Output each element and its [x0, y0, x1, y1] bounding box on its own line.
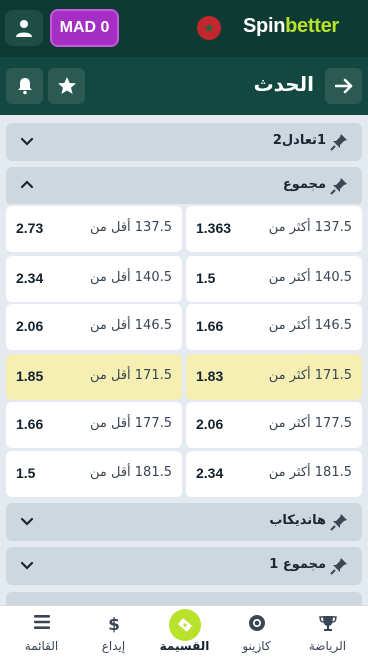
odd-value: 1.66 [196, 318, 224, 334]
market-label: 171.5 أكثر من [268, 368, 352, 383]
odd-value: 1.5 [196, 270, 216, 286]
nav-label: الرياضة [308, 639, 347, 653]
chevron-down-icon [20, 517, 34, 526]
odds-cell-over[interactable]: 2.34 181.5 أكثر من [186, 451, 362, 497]
group-title: هانديكاب [269, 513, 326, 528]
nav-label: القائمة [24, 639, 59, 653]
market-label: 137.5 أكثر من [268, 220, 352, 235]
trophy-icon [318, 616, 337, 631]
market-label: 140.5 أقل من [89, 270, 172, 285]
star-icon [57, 77, 76, 94]
group-header-partial[interactable] [6, 592, 362, 606]
user-button[interactable] [5, 10, 43, 46]
menu-icon [33, 615, 50, 629]
bell-icon [17, 78, 32, 95]
favorite-button[interactable] [48, 68, 85, 104]
top-header: MAD 0 ★ Spinbetter [0, 0, 368, 57]
market-label: 146.5 أقل من [89, 318, 172, 333]
odds-cell-under[interactable]: 1.66 177.5 أقل من [6, 402, 182, 448]
group-header-handicap[interactable]: هانديكاب [6, 503, 362, 541]
odds-cell-under[interactable]: 2.34 140.5 أقل من [6, 256, 182, 302]
odd-value: 2.34 [196, 465, 224, 481]
odd-value: 2.34 [16, 270, 44, 286]
odds-cell-under[interactable]: 2.73 137.5 أقل من [6, 206, 182, 252]
chevron-down-icon [20, 137, 34, 146]
group-header-total[interactable]: مجموع [6, 167, 362, 205]
odds-cell-under[interactable]: 2.06 146.5 أقل من [6, 304, 182, 350]
group-title: مجموع [282, 177, 326, 192]
nav-label: القسيمة [159, 639, 210, 653]
nav-label: إيداع [101, 639, 126, 653]
market-label: 177.5 أكثر من [268, 416, 352, 431]
market-label: 140.5 أكثر من [268, 270, 352, 285]
nav-coupon[interactable]: القسيمة [148, 606, 221, 660]
market-label: 146.5 أكثر من [268, 318, 352, 333]
group-header-1x2[interactable]: 1تعادل2 [6, 123, 362, 161]
notifications-button[interactable] [6, 68, 43, 104]
event-header: الحدث [0, 57, 368, 115]
pin-icon[interactable] [329, 132, 349, 152]
page-title: الحدث [253, 72, 314, 96]
odd-value: 1.85 [16, 368, 44, 384]
odd-value: 1.363 [196, 220, 232, 236]
svg-text:$: $ [108, 615, 120, 634]
odd-value: 1.66 [16, 416, 44, 432]
chevron-down-icon [20, 561, 34, 570]
market-label: 177.5 أقل من [89, 416, 172, 431]
market-label: 137.5 أقل من [89, 220, 172, 235]
arrow-right-icon [334, 78, 352, 94]
nav-casino[interactable]: كازينو [220, 606, 293, 660]
chevron-up-icon [20, 180, 34, 189]
odds-cell-under[interactable]: 1.5 181.5 أقل من [6, 451, 182, 497]
odd-value: 1.83 [196, 368, 224, 384]
balance-button[interactable]: MAD 0 [50, 9, 119, 47]
group-header-total-1[interactable]: مجموع 1 [6, 547, 362, 585]
bottom-navigation: القائمة $ إيداع القسيمة كازينو الرياضة [0, 605, 368, 660]
group-title: مجموع 1 [269, 557, 326, 572]
group-title: 1تعادل2 [272, 133, 326, 148]
nav-menu[interactable]: القائمة [5, 606, 78, 660]
nav-sports[interactable]: الرياضة [291, 606, 364, 660]
user-icon [16, 20, 32, 37]
logo-spin: Spin [243, 15, 286, 37]
back-button[interactable] [325, 68, 362, 104]
odds-cell-under-highlighted[interactable]: 1.85 171.5 أقل من [6, 354, 182, 400]
balance-text: MAD 0 [59, 19, 110, 36]
pin-icon[interactable] [329, 556, 349, 576]
odds-cell-over[interactable]: 1.66 146.5 أكثر من [186, 304, 362, 350]
odds-cell-over-highlighted[interactable]: 1.83 171.5 أكثر من [186, 354, 362, 400]
logo-better: better [285, 15, 339, 37]
odd-value: 1.5 [16, 465, 36, 481]
odd-value: 2.06 [196, 416, 224, 432]
market-label: 171.5 أقل من [89, 368, 172, 383]
odds-cell-over[interactable]: 1.5 140.5 أكثر من [186, 256, 362, 302]
odd-value: 2.73 [16, 220, 44, 236]
market-label: 181.5 أقل من [89, 465, 172, 480]
casino-chip-icon [248, 615, 265, 631]
nav-label: كازينو [242, 639, 271, 653]
market-label: 181.5 أكثر من [268, 465, 352, 480]
dollar-icon: $ [108, 615, 120, 634]
total-markets-grid: 2.73 137.5 أقل من 1.363 137.5 أكثر من 2.… [6, 204, 362, 500]
odds-cell-over[interactable]: 1.363 137.5 أكثر من [186, 206, 362, 252]
pin-icon[interactable] [329, 176, 349, 196]
nav-deposit[interactable]: $ إيداع [77, 606, 150, 660]
odds-cell-over[interactable]: 2.06 177.5 أكثر من [186, 402, 362, 448]
pin-icon[interactable] [329, 512, 349, 532]
odd-value: 2.06 [16, 318, 44, 334]
app-root: MAD 0 ★ Spinbetter الحدث 1تعادل2 مجموع 2… [0, 0, 368, 660]
coupon-icon [168, 609, 201, 641]
spinbetter-logo[interactable]: Spinbetter [243, 15, 339, 38]
morocco-flag-icon[interactable]: ★ [197, 16, 221, 40]
